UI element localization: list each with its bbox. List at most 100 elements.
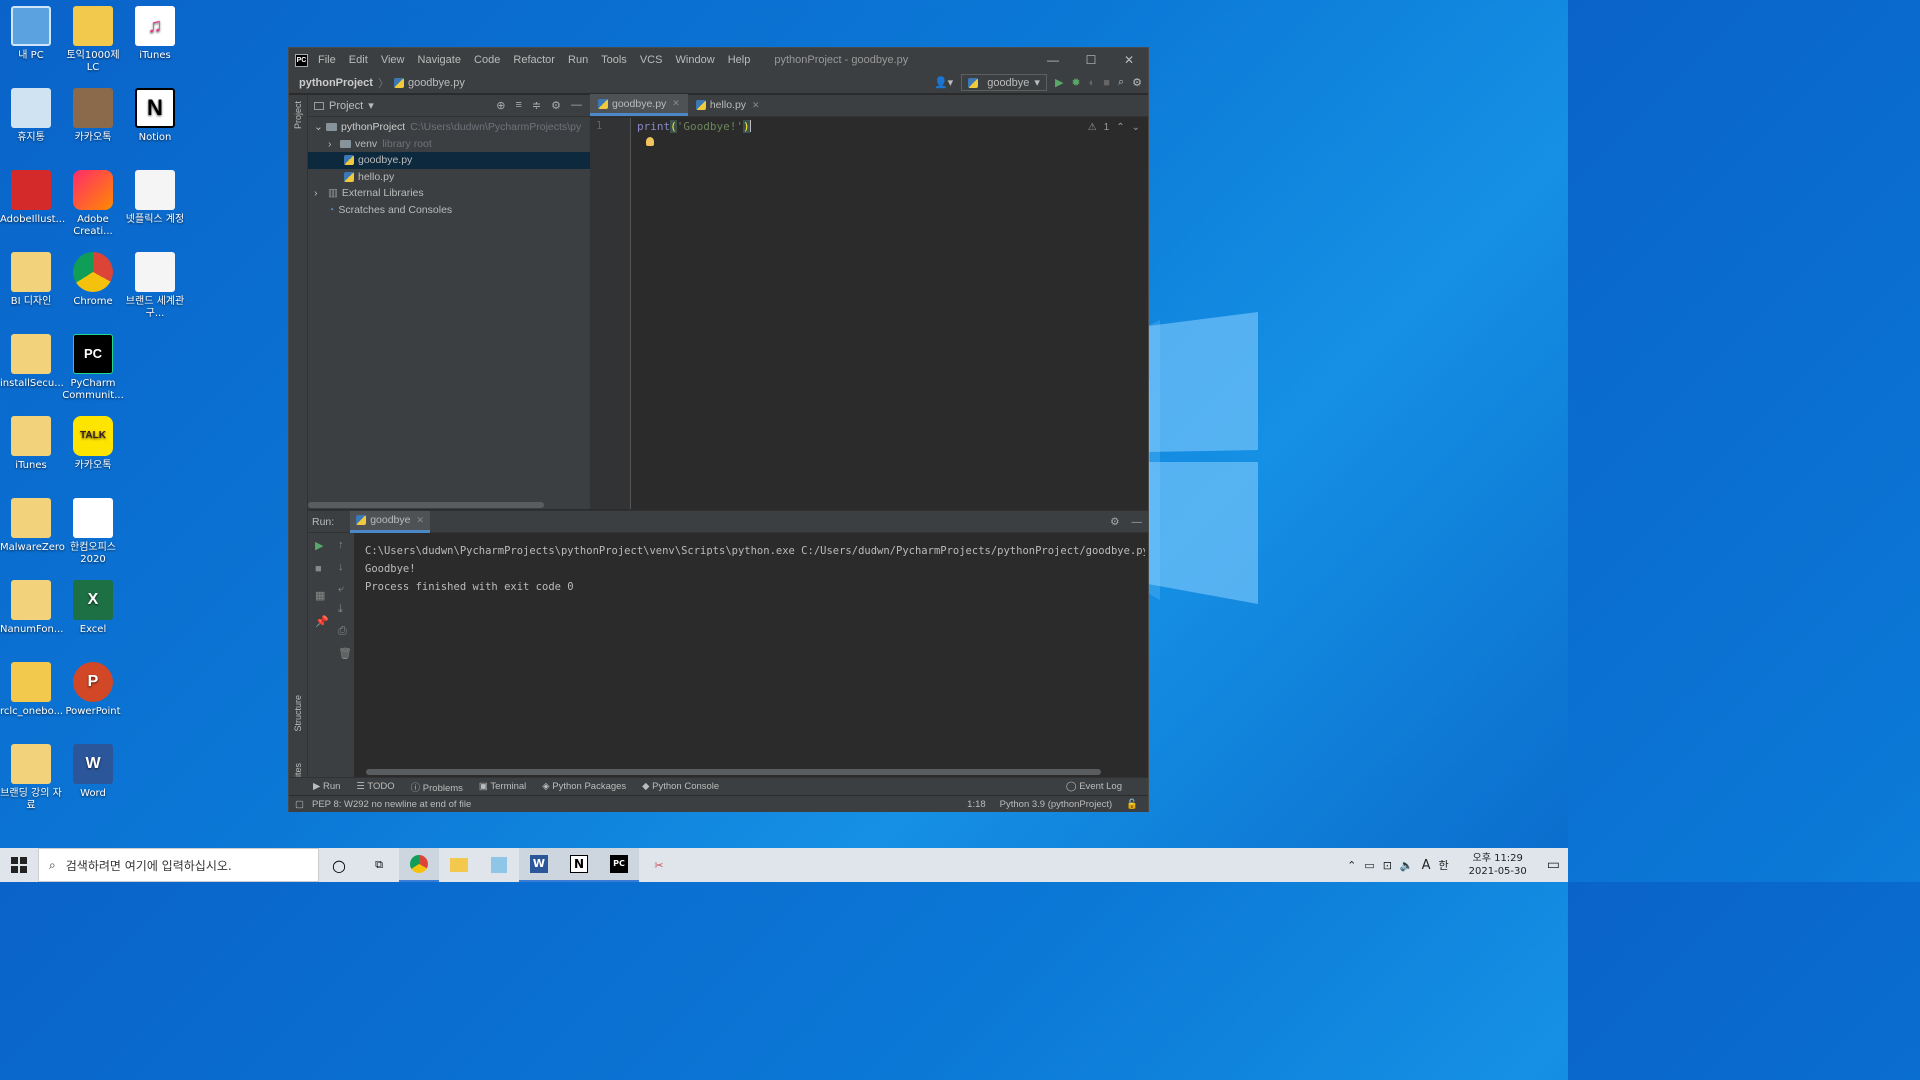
run-icon[interactable]: ▶ xyxy=(1055,76,1063,89)
trash-icon[interactable]: 🗑 xyxy=(338,647,352,660)
menu-help[interactable]: Help xyxy=(728,54,751,66)
tree-item-venv[interactable]: › venv library root xyxy=(308,136,590,153)
desktop-icon-rclc-onebook[interactable]: rclc_onebo... xyxy=(0,662,63,718)
inspection-widget[interactable]: ⚠ 1 ⌃ ⌄ xyxy=(1088,122,1140,133)
event-log-button[interactable]: ◯ Event Log xyxy=(1066,781,1148,792)
arrow-up-icon[interactable]: ↑ xyxy=(338,539,344,551)
settings-icon[interactable]: ⚙ xyxy=(1132,76,1142,89)
tree-item-scratches[interactable]: ◔ Scratches and Consoles xyxy=(308,202,590,219)
desktop-icon-netflix-account[interactable]: 넷플릭스 계정 xyxy=(124,170,186,226)
menu-edit[interactable]: Edit xyxy=(349,54,368,66)
desktop-icon-malwarezero[interactable]: MalwareZero xyxy=(0,498,65,554)
code-editor[interactable]: goodbye.py ✕ hello.py ✕ 1 print('Goodbye… xyxy=(590,94,1148,509)
scroll-to-end-icon[interactable]: ⤓ xyxy=(338,603,343,616)
structure-tool-window-button[interactable]: Structure xyxy=(293,695,303,732)
desktop-icon-recycle-bin[interactable]: 휴지통 xyxy=(0,88,62,144)
taskbar-file-explorer[interactable] xyxy=(439,848,479,882)
desktop-icon-this-pc[interactable]: 내 PC xyxy=(0,6,62,62)
menu-vcs[interactable]: VCS xyxy=(640,54,663,66)
tool-tab-run[interactable]: ▶ Run xyxy=(313,781,340,792)
lock-icon[interactable]: 🔓 xyxy=(1126,799,1138,810)
desktop-icon-nanumfont[interactable]: NanumFon... xyxy=(0,580,63,636)
volume-icon[interactable]: 🔈 xyxy=(1400,859,1414,872)
desktop-icon-hancom-office[interactable]: 한컴오피스 2020 xyxy=(62,498,124,566)
ime-mode-label[interactable]: A xyxy=(1422,858,1431,873)
arrow-down-icon[interactable]: ↓ xyxy=(338,561,344,573)
desktop-icon-chrome[interactable]: Chrome xyxy=(62,252,124,308)
breadcrumb-project[interactable]: pythonProject xyxy=(299,77,373,89)
desktop-icon-itunes-installer[interactable]: iTunes xyxy=(0,416,62,472)
cortana-button[interactable]: ○ xyxy=(319,848,359,882)
stop-icon[interactable]: ■ xyxy=(315,563,322,575)
taskbar-search-box[interactable]: ⌕ 검색하려면 여기에 입력하십시오. xyxy=(38,848,319,882)
ime-korean-label[interactable]: 한 xyxy=(1439,857,1449,873)
code-line[interactable]: print('Goodbye!') xyxy=(637,120,751,133)
coverage-icon[interactable]: ◐ xyxy=(1089,77,1096,89)
taskbar-snipping-tool[interactable]: ✂ xyxy=(639,848,679,882)
menu-file[interactable]: File xyxy=(318,54,336,66)
hide-icon[interactable]: — xyxy=(1132,516,1143,528)
collapse-all-icon[interactable]: ≑ xyxy=(532,99,541,112)
menu-window[interactable]: Window xyxy=(676,54,715,66)
desktop-icon-itunes[interactable]: ♫ iTunes xyxy=(124,6,186,62)
project-view-dropdown[interactable]: Project xyxy=(329,100,363,112)
desktop-icon-adobe-illustrator[interactable]: AdobeIllust... xyxy=(0,170,65,226)
task-view-button[interactable]: ⧉ xyxy=(359,848,399,882)
gear-icon[interactable]: ⚙ xyxy=(551,99,561,112)
menu-view[interactable]: View xyxy=(381,54,405,66)
project-horizontal-scrollbar[interactable] xyxy=(308,502,544,508)
desktop-icon-adobe-creative[interactable]: Adobe Creati... xyxy=(62,170,124,238)
clock[interactable]: 오후 11:29 2021-05-30 xyxy=(1469,852,1527,878)
run-configuration-dropdown[interactable]: goodbye ▾ xyxy=(961,74,1047,91)
chevron-up-icon[interactable]: ⌃ xyxy=(1347,859,1356,872)
tool-tab-terminal[interactable]: ▣ Terminal xyxy=(479,781,526,792)
start-button[interactable] xyxy=(0,848,38,882)
hide-icon[interactable]: — xyxy=(571,99,582,112)
soft-wrap-icon[interactable]: ⤶ xyxy=(338,583,344,596)
taskbar-notion[interactable]: N xyxy=(559,848,599,882)
locate-icon[interactable]: ⊕ xyxy=(496,99,505,112)
desktop-icon-branding-lecture[interactable]: 브랜딩 강의 자료 xyxy=(0,744,62,812)
taskbar-word[interactable]: W xyxy=(519,848,559,882)
caret-position[interactable]: 1:18 xyxy=(967,799,986,810)
stop-icon[interactable]: ■ xyxy=(1103,77,1110,89)
rerun-icon[interactable]: ▶ xyxy=(315,539,323,552)
desktop-icon-pycharm[interactable]: PC PyCharm Communit... xyxy=(62,334,124,402)
console-output[interactable]: C:\Users\dudwn\PycharmProjects\pythonPro… xyxy=(365,542,1145,596)
desktop-icon-toeic[interactable]: 토익1000제 LC xyxy=(62,6,124,74)
tree-item-goodbye[interactable]: goodbye.py xyxy=(308,152,590,169)
lightbulb-icon[interactable] xyxy=(646,137,654,146)
pin-icon[interactable]: 📌 xyxy=(315,615,329,628)
taskbar-notepad[interactable] xyxy=(479,848,519,882)
tool-tab-python-console[interactable]: ◆ Python Console xyxy=(642,781,719,792)
desktop-icon-kakaotalk-folder[interactable]: 카카오톡 xyxy=(62,88,124,144)
desktop-icon-notion[interactable]: N Notion xyxy=(124,88,186,144)
close-icon[interactable]: ✕ xyxy=(416,515,424,526)
taskbar-pycharm[interactable]: PC xyxy=(599,848,639,882)
taskbar-chrome[interactable] xyxy=(399,848,439,882)
desktop-icon-excel[interactable]: X Excel xyxy=(62,580,124,636)
interpreter-selector[interactable]: Python 3.9 (pythonProject) xyxy=(1000,799,1112,810)
chevron-up-icon[interactable]: ⌃ xyxy=(1116,122,1124,133)
close-icon[interactable]: ✕ xyxy=(672,98,680,109)
desktop-icon-bi-design[interactable]: BI 디자인 xyxy=(0,252,62,308)
status-message[interactable]: PEP 8: W292 no newline at end of file xyxy=(312,799,471,810)
tree-item-hello[interactable]: hello.py xyxy=(308,169,590,186)
project-tool-window-button[interactable]: Project xyxy=(293,101,303,129)
menu-code[interactable]: Code xyxy=(474,54,500,66)
notification-icon[interactable]: ▭ xyxy=(1547,857,1560,873)
status-toggle-icon[interactable]: ▢ xyxy=(295,799,304,810)
debug-icon[interactable]: ✹ xyxy=(1071,76,1080,89)
tab-hello[interactable]: hello.py ✕ xyxy=(688,94,768,116)
search-icon[interactable]: ⌕ xyxy=(1118,76,1124,89)
console-horizontal-scrollbar[interactable] xyxy=(366,769,1101,775)
desktop-icon-word[interactable]: W Word xyxy=(62,744,124,800)
desktop-icon-install-secu[interactable]: installSecu... xyxy=(0,334,64,390)
menu-run[interactable]: Run xyxy=(568,54,588,66)
menu-navigate[interactable]: Navigate xyxy=(418,54,461,66)
network-icon[interactable]: ⊡ xyxy=(1383,859,1392,872)
tree-item-root[interactable]: ⌄ pythonProject C:\Users\dudwn\PycharmPr… xyxy=(308,119,590,136)
menu-tools[interactable]: Tools xyxy=(601,54,627,66)
minimize-button[interactable]: — xyxy=(1034,53,1072,67)
chevron-down-icon[interactable]: ⌄ xyxy=(1132,122,1140,133)
